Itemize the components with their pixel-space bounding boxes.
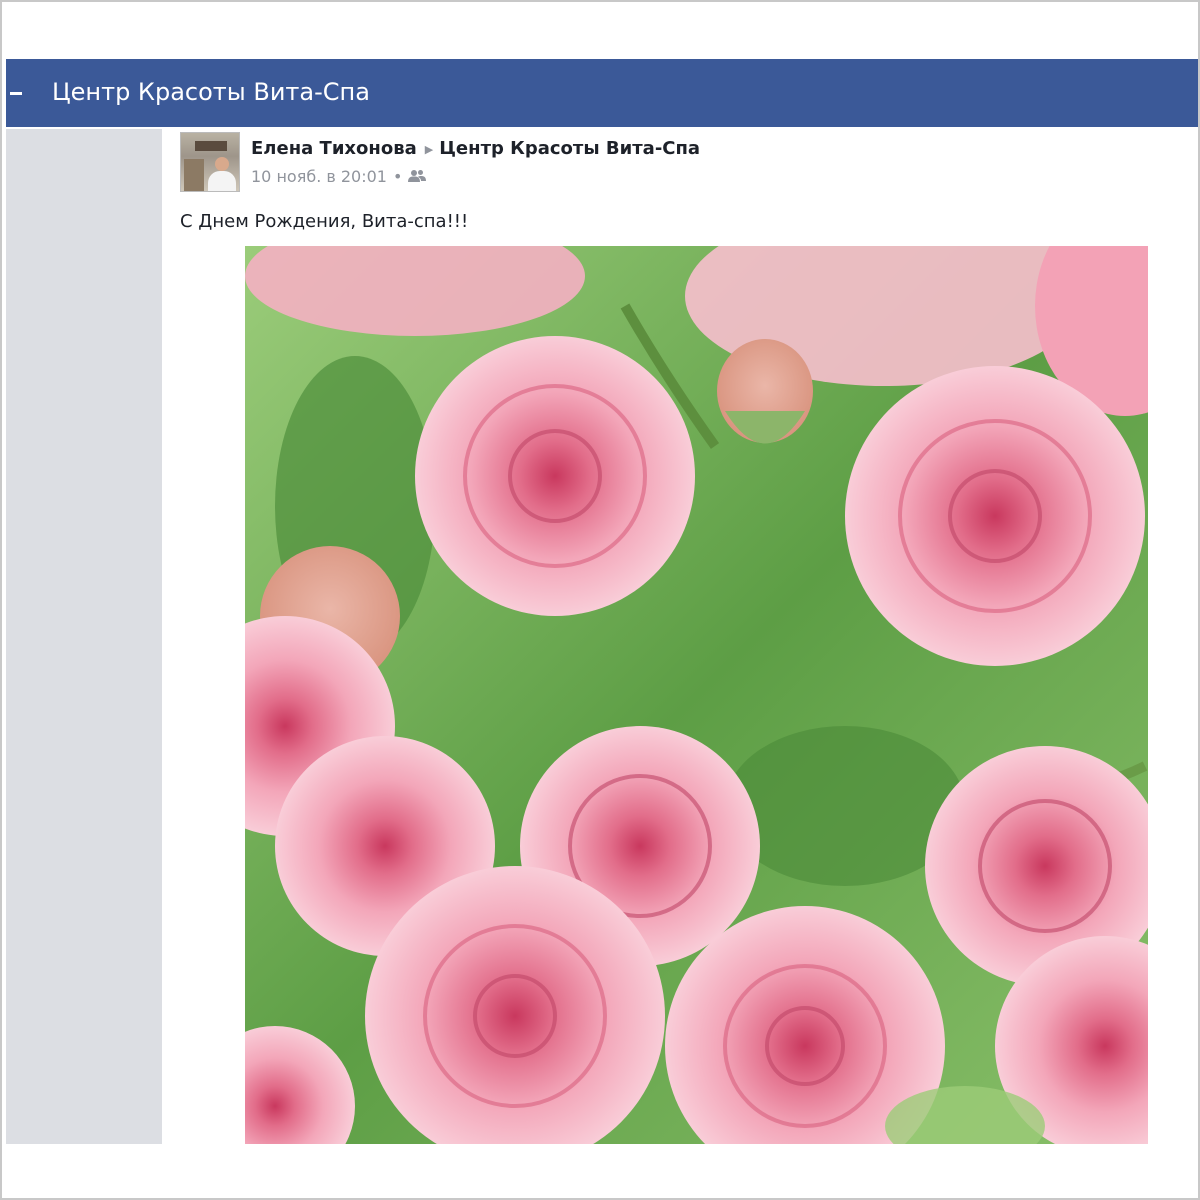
post-timestamp[interactable]: 10 нояб. в 20:01 (251, 167, 387, 186)
avatar[interactable] (180, 132, 240, 192)
page-title: Центр Красоты Вита-Спа (52, 78, 370, 106)
avatar-shelf (184, 159, 204, 191)
post-message: С Днем Рождения, Вита-спа!!! (180, 211, 469, 232)
avatar-person-body (208, 171, 236, 191)
pink-roses-icon (245, 246, 1148, 1144)
author-name[interactable]: Елена Тихонова (251, 138, 417, 159)
header-bar: Центр Красоты Вита-Спа (6, 59, 1198, 127)
post-photo[interactable] (245, 246, 1148, 1144)
separator-dot: • (392, 167, 403, 186)
post-card: Елена Тихонова ▶ Центр Красоты Вита-Спа 10… (162, 129, 1198, 1144)
avatar-sign (195, 141, 227, 151)
target-page-name[interactable]: Центр Красоты Вита-Спа (439, 138, 700, 159)
avatar-person-head (215, 157, 229, 171)
post-meta: 10 нояб. в 20:01 • (251, 167, 427, 187)
left-sidebar (6, 129, 162, 1144)
menu-icon[interactable] (10, 92, 22, 95)
friends-icon[interactable] (408, 168, 427, 187)
post-header: Елена Тихонова ▶ Центр Красоты Вита-Спа (251, 138, 700, 159)
arrow-right-icon: ▶ (424, 142, 434, 156)
app-frame: Центр Красоты Вита-Спа Елена Тихонова ▶ Це… (0, 0, 1200, 1200)
